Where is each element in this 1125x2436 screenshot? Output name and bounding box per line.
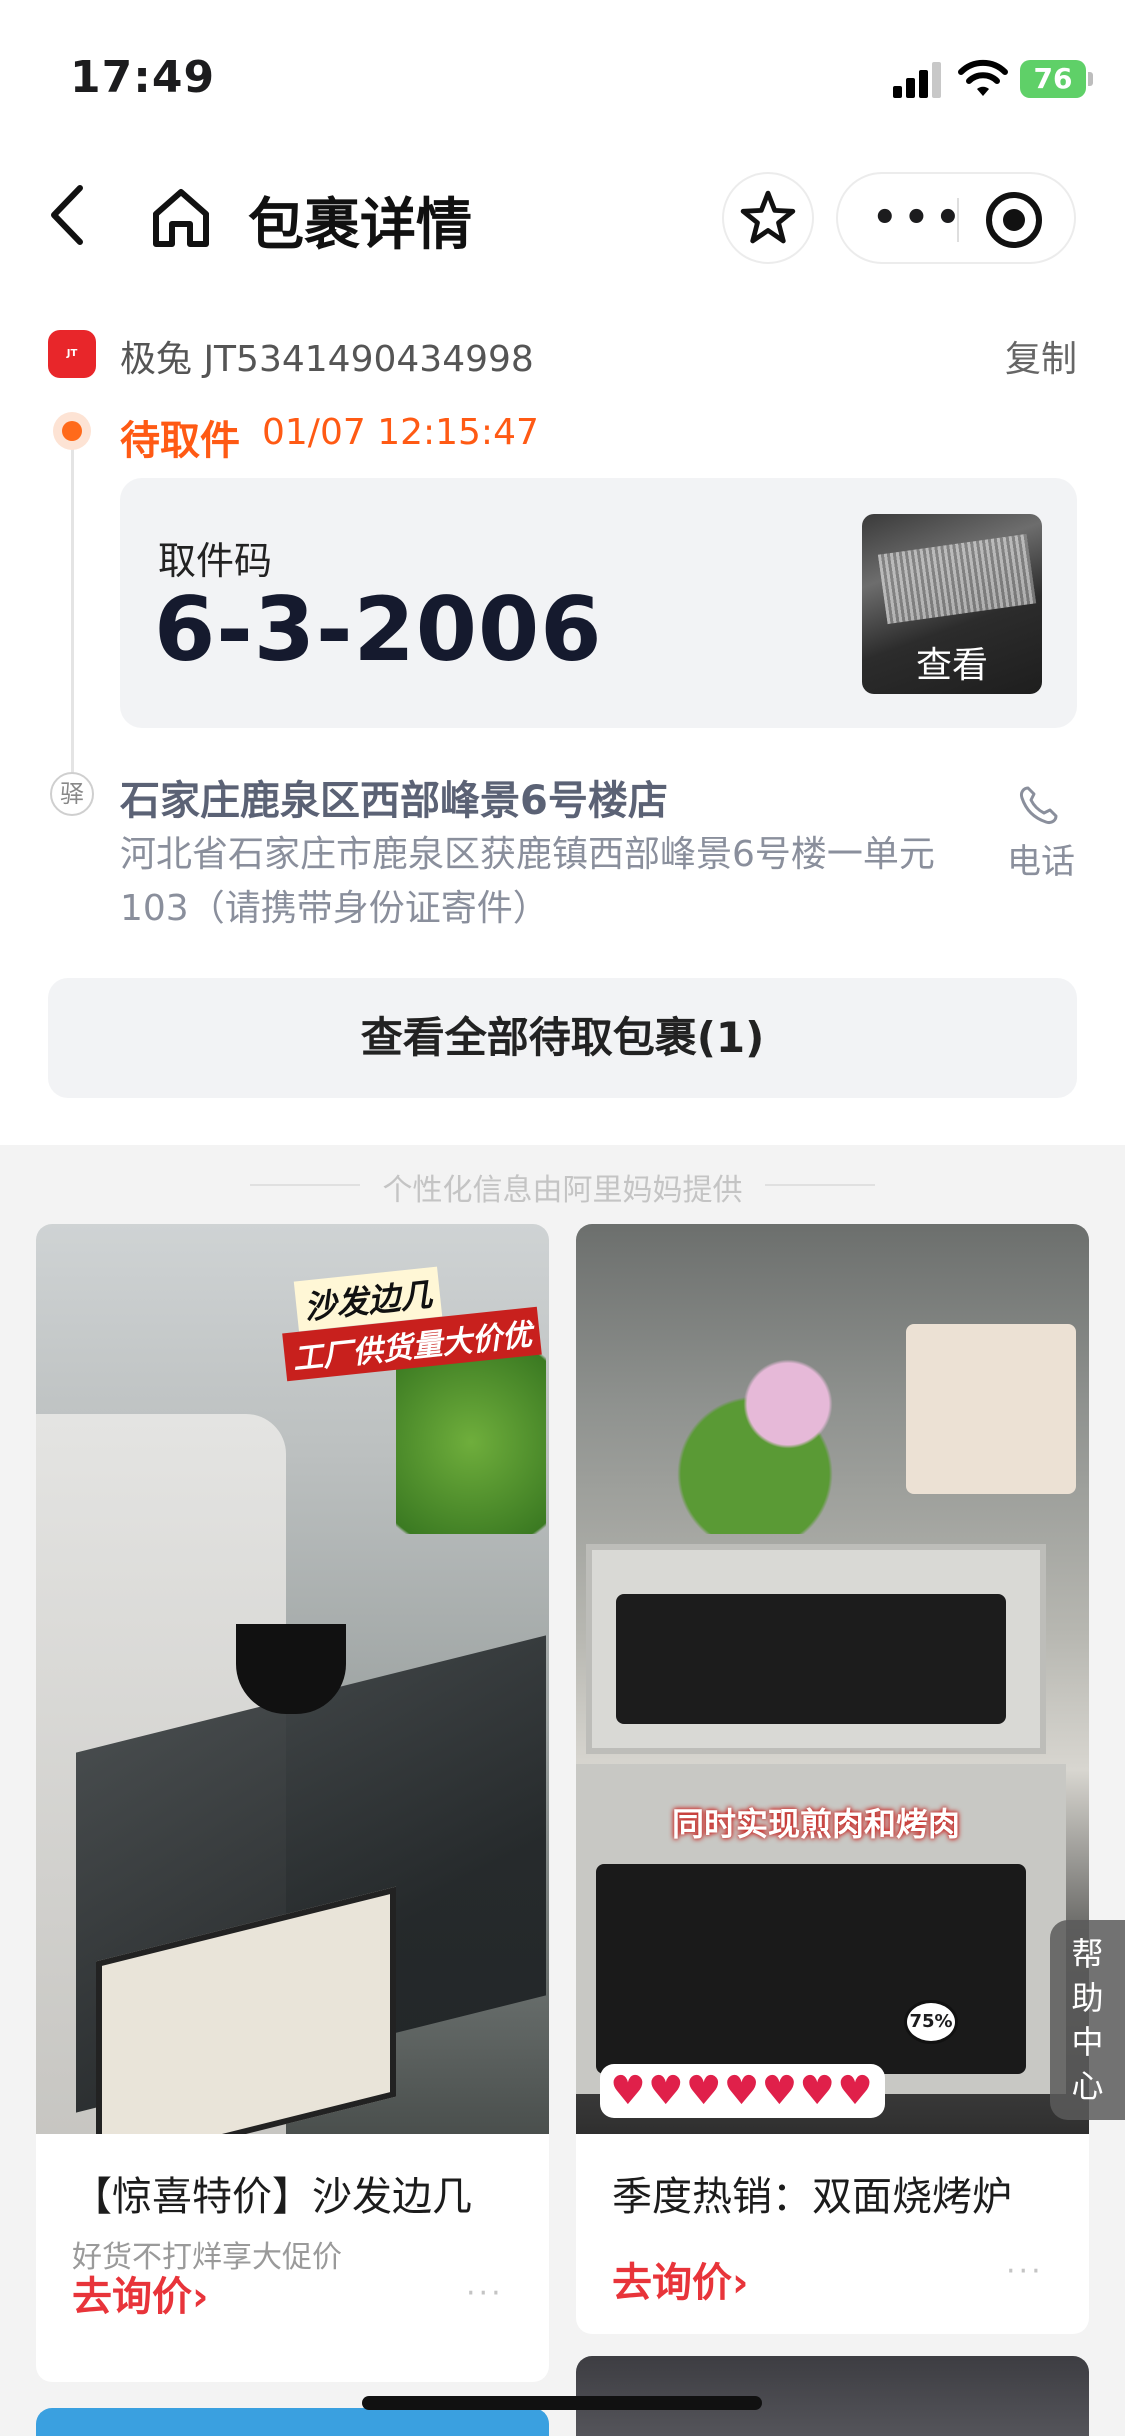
- battery-icon: 76: [1020, 60, 1093, 98]
- status-bar: 17:49 76: [0, 0, 1125, 150]
- image-grill-tray: [596, 1864, 1026, 2074]
- view-photo-label: 查看: [915, 645, 988, 686]
- pickup-code: 6-3-2006: [154, 578, 603, 681]
- parcel-photo-thumbnail[interactable]: 查看: [862, 514, 1042, 694]
- product-card[interactable]: 沙发边几 工厂供货量大价优 【惊喜特价】沙发边几 好货不打烊享大促价 去询价› …: [36, 1224, 549, 2382]
- image-cup: [236, 1624, 346, 1714]
- station-address: 河北省石家庄市鹿泉区获鹿镇西部峰景6号楼一单元103（请携带身份证寄件）: [120, 834, 935, 929]
- product-image[interactable]: 沙发边几 工厂供货量大价优: [36, 1224, 549, 2134]
- image-grill-tray: [616, 1594, 1006, 1724]
- product-title: 季度热销：双面烧烤炉: [612, 2174, 1012, 2220]
- status-dot-icon: [53, 412, 91, 450]
- image-flowers: [656, 1334, 876, 1534]
- home-icon[interactable]: [148, 184, 214, 250]
- phone-label[interactable]: 电话: [1007, 834, 1075, 883]
- product-image[interactable]: 同时实现煎肉和烤肉 75% ♥♥♥♥♥♥♥: [576, 1224, 1089, 2134]
- phone-icon[interactable]: [1014, 780, 1064, 830]
- inquire-price-link[interactable]: 去询价›: [72, 2264, 208, 2322]
- target-icon[interactable]: [986, 192, 1042, 248]
- copy-button[interactable]: 复制: [1005, 330, 1077, 382]
- more-icon[interactable]: ···: [1006, 2254, 1044, 2289]
- nav-bar: 包裹详情 •••: [0, 160, 1125, 270]
- help-tab-char: 心: [1071, 2067, 1104, 2105]
- product-card[interactable]: [36, 2408, 549, 2436]
- capsule-divider: [957, 198, 959, 242]
- carrier-logo: JT: [48, 330, 96, 378]
- mini-program-capsule: •••: [836, 172, 1076, 264]
- help-center-tab[interactable]: 帮 助 中 心: [1050, 1920, 1125, 2120]
- more-icon[interactable]: •••: [872, 198, 967, 238]
- carrier-tracking-number: 极兔 JT5341490434998: [120, 339, 534, 380]
- help-tab-char: 助: [1071, 1979, 1104, 2017]
- station-name: 石家庄鹿泉区西部峰景6号楼店: [120, 778, 668, 824]
- feed-source-note: 个性化信息由阿里妈妈提供: [382, 1173, 743, 1208]
- image-caption: 同时实现煎肉和烤肉: [672, 1805, 961, 1843]
- parcel-status: 待取件: [120, 418, 240, 464]
- page-title: 包裹详情: [248, 193, 472, 258]
- image-bag: [906, 1324, 1076, 1494]
- parcel-label-image: [877, 533, 1037, 625]
- status-timestamp: 01/07 12:15:47: [262, 412, 539, 453]
- station-icon: 驿: [50, 772, 94, 816]
- wifi-icon: [958, 59, 1008, 96]
- status-time: 17:49: [70, 52, 216, 103]
- view-all-pending-button[interactable]: 查看全部待取包裹(1): [48, 978, 1077, 1098]
- inquire-price-link[interactable]: 去询价›: [612, 2250, 748, 2308]
- image-percent-badge: 75%: [904, 2000, 958, 2044]
- signal-icon: [893, 62, 945, 98]
- image-hearts: ♥♥♥♥♥♥♥: [600, 2064, 886, 2118]
- help-tab-char: 帮: [1071, 1935, 1104, 1973]
- home-indicator[interactable]: [362, 2396, 762, 2410]
- product-title: 【惊喜特价】沙发边几: [72, 2174, 472, 2220]
- pickup-code-label: 取件码: [158, 539, 273, 583]
- back-icon[interactable]: [40, 182, 100, 248]
- timeline-line: [71, 445, 74, 775]
- product-card[interactable]: 同时实现煎肉和烤肉 75% ♥♥♥♥♥♥♥ 季度热销：双面烧烤炉 去询价› ··…: [576, 1224, 1089, 2334]
- more-icon[interactable]: ···: [466, 2276, 504, 2311]
- help-tab-char: 中: [1071, 2023, 1104, 2061]
- star-icon: [740, 190, 796, 244]
- favorite-button[interactable]: [722, 172, 814, 264]
- pickup-code-card: 取件码 6-3-2006 查看: [120, 478, 1077, 728]
